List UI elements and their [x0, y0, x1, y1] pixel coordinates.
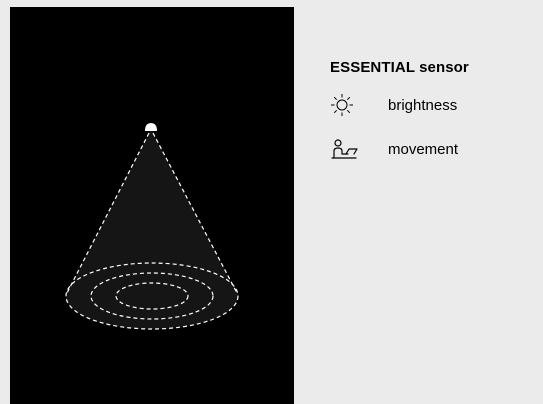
feature-label-movement: movement [388, 140, 459, 158]
info-panel: ESSENTIAL sensor brightness movement [294, 7, 543, 404]
detection-cone-graphic [65, 123, 239, 330]
sun-icon [330, 93, 358, 117]
sensor-detection-illustration [10, 7, 294, 404]
page: ESSENTIAL sensor brightness movement [0, 0, 543, 404]
sensor-title: ESSENTIAL sensor [330, 59, 469, 76]
ceiling-sensor-icon [145, 123, 157, 131]
person-at-desk-icon [330, 137, 358, 161]
feature-item-movement: movement [330, 137, 458, 161]
feature-item-brightness: brightness [330, 93, 458, 117]
feature-label-brightness: brightness [388, 96, 458, 114]
feature-list: brightness movement [330, 93, 458, 181]
